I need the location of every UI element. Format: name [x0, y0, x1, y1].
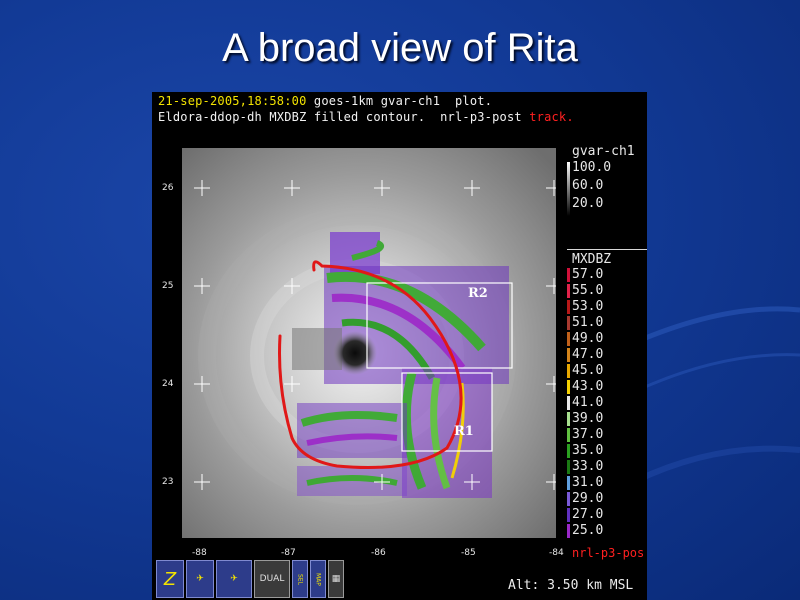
radar-colorbar-label: 43.0: [572, 379, 604, 394]
radar-colorbar-label: 25.0: [572, 523, 604, 538]
select-button[interactable]: SEL: [292, 560, 308, 598]
radar-colorbar-swatch: [567, 428, 570, 442]
aircraft-select-button[interactable]: ✈: [186, 560, 214, 598]
radar-colorbar-swatch: [567, 444, 570, 458]
radar-colorbar-label: 27.0: [572, 507, 604, 522]
plot-header-line2: Eldora-ddop-dh MXDBZ filled contour. nrl…: [158, 110, 574, 124]
radar-colorbar-title: MXDBZ: [572, 252, 612, 267]
aircraft-icon: ✈: [196, 574, 204, 584]
radar-colorbar-swatch: [567, 460, 570, 474]
satellite-colorbar-ramp: [567, 162, 570, 216]
plot-header-desc2: Eldora-ddop-dh MXDBZ filled contour. nrl…: [158, 110, 530, 124]
radar-colorbar-label: 33.0: [572, 459, 604, 474]
satellite-colorbar-label: 100.0: [572, 160, 612, 175]
radar-colorbar-label: 57.0: [572, 267, 604, 282]
radar-colorbar-swatch: [567, 268, 570, 282]
radar-colorbar-swatch: [567, 492, 570, 506]
map-button-label: MAP: [314, 572, 322, 586]
dual-button[interactable]: DUAL: [254, 560, 290, 598]
track-legend-label: nrl-p3-pos: [572, 546, 645, 560]
satellite-colorbar-title: gvar-ch1: [572, 144, 635, 159]
radar-colorbar-label: 35.0: [572, 443, 604, 458]
radar-colorbar-swatch: [567, 364, 570, 378]
satellite-colorbar-label: 60.0: [572, 178, 604, 193]
plot-header-line1: 21-sep-2005,18:58:00 goes-1km gvar-ch1 p…: [158, 94, 492, 108]
select-button-label: SEL: [296, 573, 304, 585]
dual-button-label: DUAL: [259, 574, 285, 584]
radar-colorbar-label: 53.0: [572, 299, 604, 314]
radar-colorbar-label: 49.0: [572, 331, 604, 346]
radar-colorbar-swatch: [567, 396, 570, 410]
y-tick-24: 24: [162, 379, 174, 389]
radar-colorbar-swatch: [567, 348, 570, 362]
y-tick-23: 23: [162, 477, 174, 487]
radar-colorbar-swatch: [567, 284, 570, 298]
radar-colorbar-label: 55.0: [572, 283, 604, 298]
plot-datetime: 21-sep-2005,18:58:00: [158, 94, 307, 108]
radar-colorbar-label: 45.0: [572, 363, 604, 378]
x-tick-minus85: -85: [461, 548, 476, 558]
radar-colorbar-swatch: [567, 412, 570, 426]
zoom-button[interactable]: Z: [156, 560, 184, 598]
y-tick-25: 25: [162, 281, 174, 291]
aircraft-pair-button[interactable]: ✈: [216, 560, 252, 598]
radar-colorbar-swatch: [567, 508, 570, 522]
grid-button[interactable]: ▦: [328, 560, 344, 598]
map-button[interactable]: MAP: [310, 560, 326, 598]
y-tick-26: 26: [162, 183, 174, 193]
plot-header-desc1: goes-1km gvar-ch1 plot.: [306, 94, 493, 108]
x-tick-minus87: -87: [281, 548, 296, 558]
x-tick-minus84: -84: [549, 548, 564, 558]
slide-title: A broad view of Rita: [222, 26, 578, 70]
radar-colorbar-label: 37.0: [572, 427, 604, 442]
radar-colorbar-swatch: [567, 476, 570, 490]
radar-colorbar-label: 47.0: [572, 347, 604, 362]
radar-colorbar-swatch: [567, 524, 570, 538]
satellite-colorbar-label: 20.0: [572, 196, 604, 211]
satellite-map[interactable]: R2 R1: [182, 148, 556, 538]
radar-plot-panel: 21-sep-2005,18:58:00 goes-1km gvar-ch1 p…: [152, 92, 647, 600]
radar-colorbar-swatch: [567, 300, 570, 314]
grid-icon: ▦: [331, 574, 341, 584]
radar-colorbar-label: 29.0: [572, 491, 604, 506]
radar-colorbar-swatch: [567, 316, 570, 330]
region-label-r2: R2: [468, 286, 488, 301]
radar-colorbar-swatch: [567, 332, 570, 346]
aircraft-pair-icon: ✈: [230, 574, 238, 584]
radar-colorbar-label: 39.0: [572, 411, 604, 426]
radar-colorbar-label: 41.0: [572, 395, 604, 410]
x-tick-minus88: -88: [192, 548, 207, 558]
plot-header-track: track.: [529, 110, 574, 124]
radar-colorbar-swatch: [567, 380, 570, 394]
plot-toolbar: Z ✈ ✈ DUAL SEL MAP ▦: [156, 560, 344, 598]
altitude-readout: Alt: 3.50 km MSL: [508, 578, 634, 593]
hurricane-image: [182, 148, 556, 538]
region-label-r1: R1: [454, 424, 474, 439]
radar-colorbar-divider: [567, 249, 647, 250]
radar-colorbar-label: 31.0: [572, 475, 604, 490]
radar-colorbar-label: 51.0: [572, 315, 604, 330]
zoom-icon: Z: [163, 568, 177, 590]
x-tick-minus86: -86: [371, 548, 386, 558]
